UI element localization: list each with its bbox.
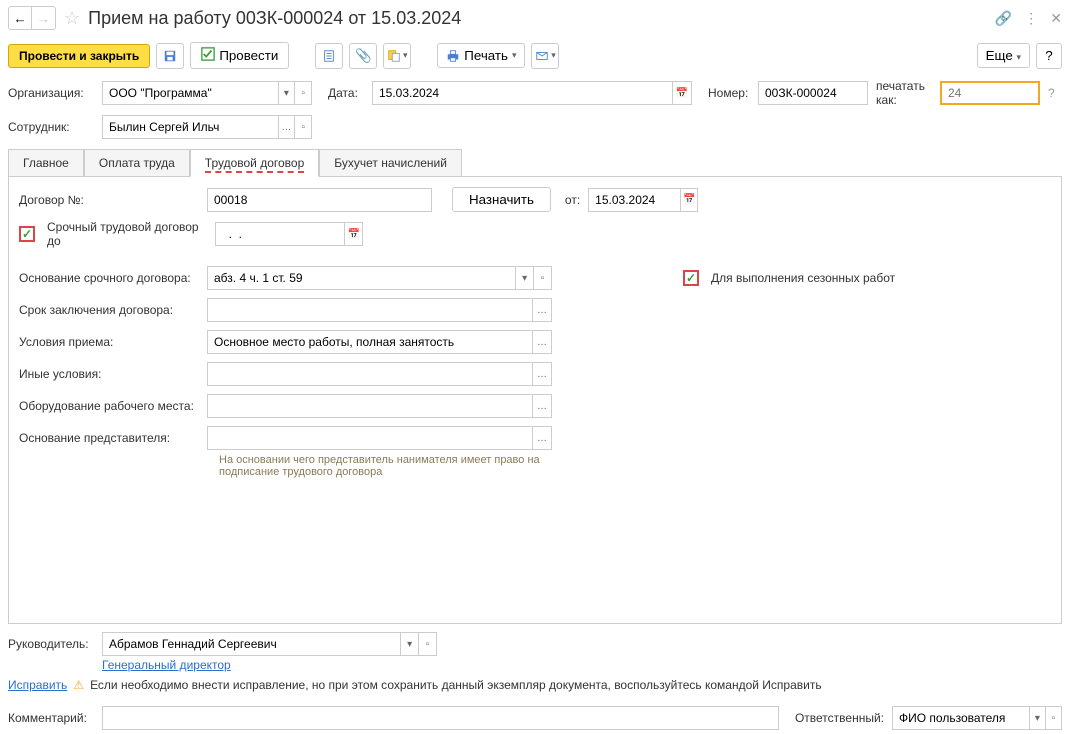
seasonal-label: Для выполнения сезонных работ — [711, 271, 895, 285]
ellipsis-icon[interactable]: … — [532, 331, 551, 353]
attach-button[interactable]: 📎 — [349, 43, 377, 69]
urgent-date-input[interactable] — [216, 223, 344, 245]
tabs: Главное Оплата труда Трудовой договор Бу… — [0, 149, 1070, 177]
conditions-label: Условия приема: — [19, 335, 199, 349]
link-icon[interactable]: 🔗 — [995, 10, 1012, 27]
print-label: Печать — [464, 48, 508, 63]
assign-button[interactable]: Назначить — [452, 187, 551, 212]
contract-number-input[interactable] — [208, 189, 431, 211]
ellipsis-icon[interactable]: … — [532, 427, 551, 449]
warning-icon: ⚠ — [73, 678, 84, 692]
leader-label: Руководитель: — [8, 637, 94, 651]
dropdown-icon[interactable]: ▾ — [400, 633, 418, 655]
dropdown-icon[interactable]: ▾ — [515, 267, 533, 289]
other-label: Иные условия: — [19, 367, 199, 381]
tab-payment[interactable]: Оплата труда — [84, 149, 190, 177]
open-icon[interactable]: ▫ — [418, 633, 436, 655]
nav-back-button[interactable]: ← — [8, 6, 32, 30]
from-label: от: — [565, 193, 580, 207]
dropdown-icon[interactable]: ▾ — [1029, 707, 1045, 729]
from-date-input[interactable] — [589, 189, 680, 211]
print-as-label: печатать как: — [876, 79, 932, 107]
post-label: Провести — [219, 48, 278, 63]
document-button[interactable] — [315, 43, 343, 69]
calendar-icon[interactable]: 📅 — [680, 189, 697, 211]
post-button[interactable]: Провести — [190, 42, 289, 69]
employee-input[interactable] — [103, 116, 278, 138]
comment-label: Комментарий: — [8, 711, 94, 725]
related-button[interactable]: ▾ — [383, 43, 411, 69]
responsible-label: Ответственный: — [795, 711, 884, 725]
open-icon[interactable]: ▫ — [533, 267, 551, 289]
ellipsis-icon[interactable]: … — [278, 116, 295, 138]
tab-main[interactable]: Главное — [8, 149, 84, 177]
other-input[interactable] — [208, 363, 532, 385]
open-icon[interactable]: ▫ — [1045, 707, 1061, 729]
ellipsis-icon[interactable]: … — [532, 395, 551, 417]
employee-label: Сотрудник: — [8, 120, 94, 134]
term-label: Срок заключения договора: — [19, 303, 199, 317]
ellipsis-icon[interactable]: … — [532, 363, 551, 385]
check-icon — [201, 47, 215, 64]
org-input[interactable] — [103, 82, 278, 104]
org-label: Организация: — [8, 86, 94, 100]
conditions-input[interactable] — [208, 331, 532, 353]
rep-hint: На основании чего представитель нанимате… — [219, 454, 599, 478]
open-icon[interactable]: ▫ — [294, 82, 311, 104]
equipment-input[interactable] — [208, 395, 532, 417]
rep-basis-input[interactable] — [208, 427, 532, 449]
help-button[interactable]: ? — [1036, 43, 1062, 69]
print-button[interactable]: Печать ▾ — [437, 43, 525, 68]
warning-text: Если необходимо внести исправление, но п… — [90, 678, 822, 692]
equipment-label: Оборудование рабочего места: — [19, 399, 199, 413]
more-button[interactable]: Еще ▾ — [977, 43, 1030, 68]
nav-forward-button[interactable]: → — [32, 6, 56, 30]
open-icon[interactable]: ▫ — [294, 116, 311, 138]
number-label: Номер: — [708, 86, 750, 100]
urgent-checkbox[interactable]: ✓ — [19, 226, 35, 242]
ellipsis-icon[interactable]: … — [532, 299, 551, 321]
calendar-icon[interactable]: 📅 — [344, 223, 362, 245]
tab-content: Договор №: Назначить от: 📅 ✓ Срочный тру… — [8, 176, 1062, 624]
term-input[interactable] — [208, 299, 532, 321]
fix-link[interactable]: Исправить — [8, 678, 67, 692]
date-input[interactable] — [373, 82, 672, 104]
urgent-label: Срочный трудовой договор до — [47, 220, 207, 248]
date-label: Дата: — [328, 86, 364, 100]
save-button[interactable] — [156, 43, 184, 69]
window-header: ← → ☆ Прием на работу 00ЗК-000024 от 15.… — [0, 0, 1070, 36]
seasonal-checkbox[interactable]: ✓ — [683, 270, 699, 286]
more-icon[interactable]: ⋮ — [1024, 10, 1038, 27]
tab-contract[interactable]: Трудовой договор — [190, 149, 319, 177]
rep-basis-label: Основание представителя: — [19, 431, 199, 445]
tab-accounting[interactable]: Бухучет начислений — [319, 149, 462, 177]
calendar-icon[interactable]: 📅 — [672, 82, 691, 104]
contract-number-label: Договор №: — [19, 193, 199, 207]
print-as-input[interactable] — [942, 83, 1038, 103]
toolbar: Провести и закрыть Провести 📎 ▾ Печать ▾… — [0, 36, 1070, 75]
responsible-input[interactable] — [893, 707, 1029, 729]
envelope-button[interactable]: ▾ — [531, 43, 559, 69]
page-title: Прием на работу 00ЗК-000024 от 15.03.202… — [88, 8, 995, 29]
comment-input[interactable] — [103, 707, 778, 729]
leader-position-link[interactable]: Генеральный директор — [102, 658, 231, 672]
basis-label: Основание срочного договора: — [19, 271, 199, 285]
hint-icon[interactable]: ? — [1048, 86, 1055, 100]
star-icon[interactable]: ☆ — [64, 8, 80, 29]
close-icon[interactable]: ✕ — [1050, 10, 1062, 27]
leader-input[interactable] — [103, 633, 400, 655]
basis-input[interactable] — [208, 267, 515, 289]
number-input[interactable] — [759, 82, 867, 104]
dropdown-icon[interactable]: ▾ — [278, 82, 295, 104]
post-and-close-button[interactable]: Провести и закрыть — [8, 44, 150, 68]
